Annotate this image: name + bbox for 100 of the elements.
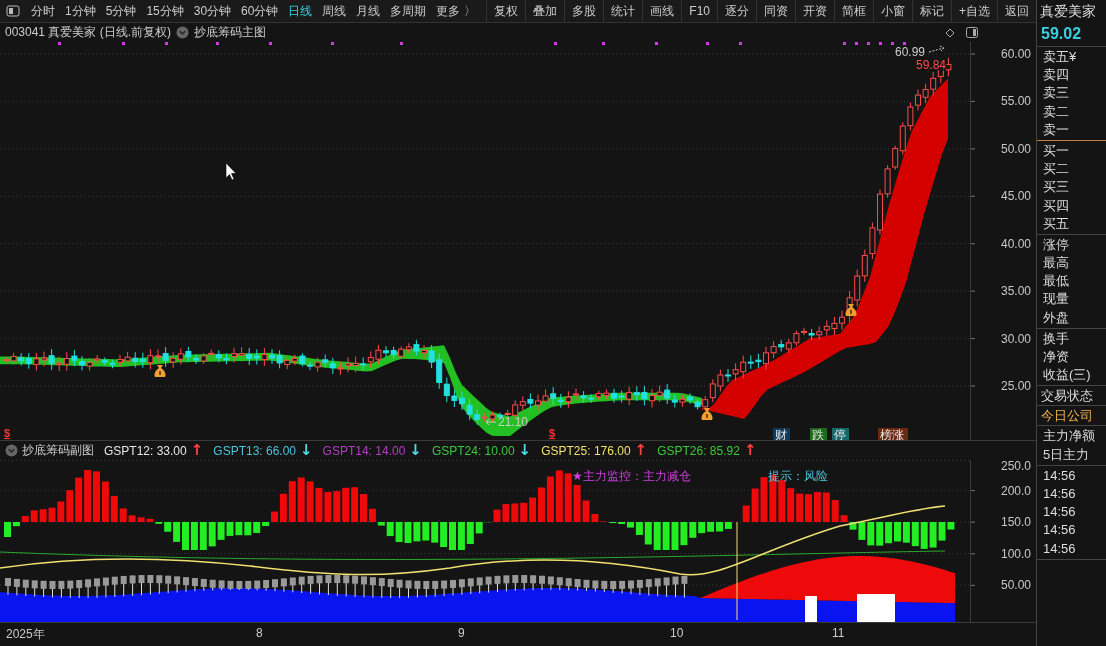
toolbar-button[interactable]: 复权 <box>486 0 526 22</box>
period-tab[interactable]: 1分钟 <box>60 2 101 20</box>
quote-label: 卖一 <box>1042 120 1070 139</box>
toolbar-button[interactable]: 返回 <box>997 0 1036 22</box>
trend-arrow: ↑ <box>634 443 648 458</box>
quote-label: 涨停 <box>1042 235 1070 254</box>
axis-label: 45.00 <box>1000 189 1031 204</box>
trend-arrow: ↓ <box>518 443 532 458</box>
trading-status[interactable]: 交易状态 <box>1037 386 1106 407</box>
period-tab[interactable]: 60分钟 <box>236 2 284 20</box>
quote-label: 外盘 <box>1042 308 1070 327</box>
date-label: 2025年 <box>6 626 45 643</box>
monitor-note: ★主力监控：主力减仓 <box>572 469 691 483</box>
legend-value: GSPT12: 33.00 <box>104 443 187 458</box>
period-tab[interactable]: 日线 <box>283 2 318 20</box>
high-price-label: 60.99 <box>895 45 926 59</box>
quote-label: 卖四 <box>1042 66 1070 85</box>
badge-label: 财 <box>775 428 787 440</box>
axis-label: 30.00 <box>1000 331 1031 346</box>
period-tab[interactable]: 15分钟 <box>141 2 189 20</box>
quote-label: 现量 <box>1042 290 1070 309</box>
toolbar-button[interactable]: 小窗 <box>873 0 912 22</box>
trade-time: 14:56 <box>1042 539 1077 558</box>
quote-label: 买五 <box>1042 214 1070 233</box>
signal-marker: $ <box>4 427 11 439</box>
toolbar-button[interactable]: 标记 <box>912 0 951 22</box>
period-tab[interactable]: 周线 <box>317 2 352 20</box>
legend-value: GSPT13: 66.00 <box>213 443 296 458</box>
period-tab[interactable]: 分时 <box>26 2 60 20</box>
axis-label: 60.00 <box>1000 47 1031 61</box>
axis-label: 50.00 <box>1000 578 1031 593</box>
period-tab[interactable]: 5分钟 <box>100 2 142 20</box>
toolbar-button[interactable]: 统计 <box>603 0 643 22</box>
flow-label: 主力净额 <box>1042 427 1096 446</box>
period-tab[interactable]: 月线 <box>351 2 386 20</box>
arrow-icon <box>485 418 497 426</box>
current-price: 59.02 <box>1037 22 1106 47</box>
quote-label: 卖三 <box>1042 84 1070 103</box>
axis-label: 200.0 <box>1000 483 1031 498</box>
axis-label: 55.00 <box>1000 94 1031 109</box>
axis-label: 35.00 <box>1000 284 1031 299</box>
trade-time: 14:56 <box>1042 503 1077 522</box>
badge-label: 跌 <box>812 428 824 440</box>
toolbar-button[interactable]: 逐分 <box>717 0 756 22</box>
date-label: 10 <box>670 626 684 640</box>
toolbar-button[interactable]: F10 <box>681 0 717 22</box>
stock-title: 003041 真爱美家 (日线.前复权) <box>5 24 172 41</box>
quote-label: 买二 <box>1042 160 1070 179</box>
date-label: 11 <box>832 626 845 640</box>
trend-arrow: ↓ <box>300 443 313 458</box>
legend-value: GSPT25: 176.00 <box>541 443 631 458</box>
diamond-icon[interactable] <box>945 27 955 38</box>
axis-label: 100.0 <box>1000 546 1031 561</box>
date-label: 9 <box>458 626 465 640</box>
period-tab[interactable]: 多周期 <box>385 2 432 20</box>
signal-marker: $ <box>549 427 556 439</box>
quote-label: 收益(三) <box>1042 366 1092 385</box>
badge-label: 榜涨 <box>880 428 904 440</box>
quote-label: 最高 <box>1042 254 1070 273</box>
money-bag-icon <box>845 304 857 316</box>
quote-label: 买四 <box>1042 196 1070 215</box>
chevron-down-icon[interactable] <box>5 444 18 457</box>
toolbar-button[interactable]: 简框 <box>834 0 873 22</box>
indicator-name[interactable]: 抄底筹码副图 <box>22 442 94 459</box>
trend-arrow: ↓ <box>409 443 422 458</box>
trend-arrow: ↑ <box>743 443 757 458</box>
quote-label: 买三 <box>1042 178 1070 197</box>
axis-label: 150.0 <box>1000 515 1031 530</box>
axis-label: 40.00 <box>1000 236 1031 251</box>
company-tab[interactable]: 今日公司 <box>1037 406 1106 427</box>
trade-time: 14:56 <box>1042 484 1077 503</box>
panel-toggle-icon[interactable] <box>966 27 978 38</box>
trade-time: 14:56 <box>1042 466 1077 485</box>
axis-label: 250.0 <box>1000 460 1031 473</box>
toolbar-button[interactable]: 画线 <box>642 0 682 22</box>
mouse-pointer-icon <box>225 162 237 181</box>
toolbar-button[interactable]: 开资 <box>795 0 834 22</box>
arrow-icon <box>928 45 945 53</box>
hint-note: 提示：风险 <box>768 469 828 483</box>
period-tab[interactable]: 更多 〉 <box>431 2 481 20</box>
toolbar-button[interactable]: +自选 <box>951 0 997 22</box>
badge-label: 停 <box>834 428 846 440</box>
toolbar-button[interactable]: 同资 <box>756 0 795 22</box>
panel-toggle-icon[interactable] <box>6 5 20 17</box>
chevron-down-icon[interactable] <box>176 26 190 39</box>
indicator-name[interactable]: 抄底筹码主图 <box>194 24 267 41</box>
low-price-label: 21.10 <box>498 415 529 429</box>
date-label: 8 <box>256 626 263 640</box>
quote-label: 净资 <box>1042 348 1070 366</box>
axis-label: 50.00 <box>1000 141 1031 156</box>
period-tab[interactable]: 30分钟 <box>188 2 237 20</box>
trade-time: 14:56 <box>1042 521 1077 540</box>
legend-value: GSPT26: 85.92 <box>657 443 740 458</box>
quote-label: 换手 <box>1042 329 1070 348</box>
quote-label: 最低 <box>1042 272 1070 291</box>
toolbar-button[interactable]: 多股 <box>564 0 604 22</box>
toolbar-button[interactable]: 叠加 <box>525 0 565 22</box>
flow-label: 5日主力 <box>1042 445 1091 464</box>
money-bag-icon <box>154 365 166 377</box>
quote-label: 买一 <box>1042 141 1070 160</box>
